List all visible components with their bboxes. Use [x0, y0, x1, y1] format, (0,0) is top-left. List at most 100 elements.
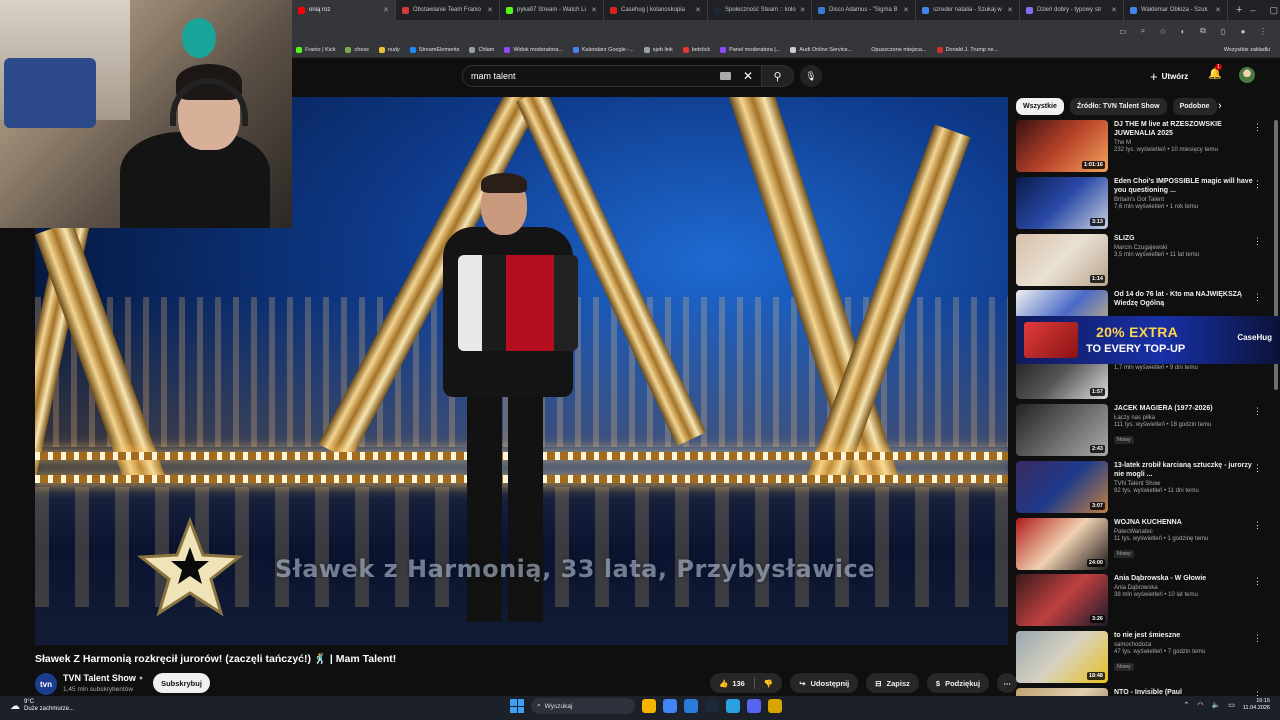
taskbar-search[interactable]: ⌕ Wyszukaj — [531, 698, 635, 714]
filter-chip[interactable]: Źródło: TVN Talent Show — [1069, 98, 1167, 115]
video-channel[interactable]: TVN Talent Show — [1114, 481, 1254, 487]
like-button[interactable]: 👍 136 — [710, 673, 754, 693]
video-thumbnail[interactable]: 1:14 — [1016, 233, 1108, 286]
bookmark-item[interactable]: Audi Online Service... — [790, 46, 852, 53]
windows-start-icon[interactable] — [510, 699, 524, 713]
video-thumbnail[interactable]: 3:26 — [1016, 574, 1108, 627]
dislike-button[interactable]: 👎 — [755, 673, 782, 693]
profile-icon[interactable]: ● — [1238, 27, 1248, 36]
video-thumbnail[interactable]: 3:13 — [1016, 176, 1108, 229]
video-title[interactable]: DJ THE M live at RZESZOWSKIE JUWENALIA 2… — [1114, 120, 1254, 138]
new-tab-button[interactable]: + — [1228, 4, 1250, 16]
close-tab-icon[interactable]: ✕ — [903, 6, 909, 14]
minimize-icon[interactable]: – — [1250, 5, 1255, 16]
recommended-video[interactable]: 1:14 ŚLIZG Marcin Czugajewski 3,5 mln wyświ… — [1016, 233, 1270, 291]
notifications-button[interactable]: 🔔 1 — [1208, 64, 1222, 80]
wifi-icon[interactable]: ◠ — [1197, 701, 1203, 709]
close-tab-icon[interactable]: ✕ — [800, 6, 806, 14]
browser-tab[interactable]: szreder natalia - Szukaj w ✕ — [916, 0, 1020, 20]
video-title[interactable]: Eden Choi's IMPOSSIBLE magic will have y… — [1114, 177, 1254, 195]
close-tab-icon[interactable]: ✕ — [591, 6, 597, 14]
channel-name-row[interactable]: TVN Talent Show ● — [63, 673, 143, 683]
bookmark-item[interactable]: Panel moderatora |... — [720, 46, 780, 53]
more-options-icon[interactable]: ⋮ — [1253, 236, 1262, 247]
weather-widget[interactable]: ☁ 9°C Duże zachmurze... — [10, 699, 74, 713]
extension-icon[interactable]: ◐ — [1178, 27, 1188, 36]
keyboard-icon[interactable] — [720, 72, 731, 80]
recommended-video[interactable]: 1:01:16 DJ THE M live at RZESZOWSKIE JUWE… — [1016, 120, 1270, 177]
close-tab-icon[interactable]: ✕ — [695, 6, 701, 14]
search-input[interactable]: mam talent ✕ — [462, 65, 762, 87]
video-title[interactable]: JACEK MAGIERA (1977-2026) — [1114, 404, 1254, 413]
close-tab-icon[interactable]: ✕ — [1007, 6, 1013, 14]
bookmark-item[interactable]: Chłam — [469, 46, 494, 53]
chevron-right-icon[interactable]: › — [1218, 100, 1222, 112]
more-options-icon[interactable]: ⋮ — [1253, 179, 1262, 190]
video-channel[interactable]: Britain's Got Talent — [1114, 197, 1254, 203]
more-options-icon[interactable]: ⋮ — [1253, 122, 1262, 133]
file-explorer-icon[interactable] — [642, 699, 656, 713]
video-thumbnail[interactable]: 3:07 — [1016, 460, 1108, 513]
bookmark-item[interactable]: chess — [345, 46, 369, 53]
chevron-up-icon[interactable]: ⌃ — [1184, 701, 1190, 709]
close-tab-icon[interactable]: ✕ — [1215, 6, 1221, 14]
create-button[interactable]: + Utwórz — [1150, 67, 1188, 85]
discord-icon[interactable] — [747, 699, 761, 713]
more-options-icon[interactable]: ⋮ — [1253, 520, 1262, 531]
video-title[interactable]: Ania Dąbrowska - W Głowie — [1114, 574, 1254, 583]
all-bookmarks[interactable]: Wszystkie zakładki — [1224, 47, 1280, 53]
browser-menu-icon[interactable]: ⋮ — [1258, 27, 1268, 36]
video-thumbnail[interactable]: 2:43 — [1016, 403, 1108, 456]
bookmark-item[interactable]: Franio | Kick — [296, 46, 335, 53]
steam-icon[interactable] — [705, 699, 719, 713]
ad-banner[interactable]: 20% EXTRA TO EVERY TOP-UP CaseHug — [1016, 316, 1280, 364]
share-button[interactable]: ↪ Udostępnij — [790, 673, 859, 693]
edge-icon[interactable] — [684, 699, 698, 713]
close-tab-icon[interactable]: ✕ — [383, 6, 389, 14]
battery-icon[interactable]: ▭ — [1228, 701, 1235, 709]
close-tab-icon[interactable]: ✕ — [487, 6, 493, 14]
more-options-icon[interactable]: ⋮ — [1253, 463, 1262, 474]
browser-tab[interactable]: Disco Adamus - "Sigma B ✕ — [812, 0, 916, 20]
bookmark-item[interactable]: Kalendarz Google -... — [572, 46, 634, 53]
recommended-video[interactable]: 2:43 JACEK MAGIERA (1977-2026) Łączy nas p… — [1016, 403, 1270, 461]
video-thumbnail[interactable]: 1:01:16 — [1016, 120, 1108, 172]
video-channel[interactable]: samochodoza — [1114, 642, 1254, 648]
telegram-icon[interactable] — [726, 699, 740, 713]
bookmark-item[interactable]: nudy — [378, 46, 400, 53]
browser-tab[interactable]: Dzień dobry - typowy str ✕ — [1020, 0, 1124, 20]
search-button[interactable]: ⚲ — [762, 65, 794, 87]
video-title[interactable]: NTO - Invisible (Paul — [1114, 688, 1254, 696]
browser-tab[interactable]: Obstawianie Team Franio ✕ — [396, 0, 500, 20]
video-thumbnail[interactable]: 24:00 — [1016, 517, 1108, 570]
recommended-video[interactable]: 3:26 Ania Dąbrowska - W Głowie Ania Dąbrow… — [1016, 574, 1270, 631]
cast-icon[interactable]: ▭ — [1118, 27, 1128, 36]
recommended-video[interactable]: 18:48 to nie jest śmieszne samochodoza 47 t… — [1016, 631, 1270, 688]
more-options-icon[interactable]: ⋮ — [1253, 292, 1262, 303]
volume-icon[interactable]: 🔈 — [1212, 701, 1221, 709]
video-channel[interactable]: Ania Dąbrowska — [1114, 585, 1254, 591]
clear-search-icon[interactable]: ✕ — [743, 69, 753, 83]
bookmark-item[interactable]: Widok moderatora... — [504, 46, 563, 53]
video-title[interactable]: Od 14 do 76 lat - Kto ma NAJWIĘKSZĄ Wied… — [1114, 290, 1254, 308]
video-channel[interactable]: PatecWariatec — [1114, 529, 1254, 535]
bookmark-item[interactable]: StreamElements — [409, 46, 459, 53]
video-title[interactable]: 13-latek zrobił karcianą sztuczkę - juro… — [1114, 461, 1254, 479]
avatar[interactable] — [1239, 67, 1255, 83]
subscribe-button[interactable]: Subskrybuj — [153, 673, 210, 693]
browser-tab[interactable]: Casehug | kolanoskopia ✕ — [604, 0, 708, 20]
channel-avatar[interactable]: tvn — [35, 673, 57, 695]
recommended-video[interactable]: 24:00 WOJNA KUCHENNA PatecWariatec 11 tys. … — [1016, 517, 1270, 575]
browser-tab[interactable]: Społeczność Steam :: kolo ✕ — [708, 0, 812, 20]
app-icon[interactable] — [768, 699, 782, 713]
filter-chip[interactable]: Podobne — [1172, 98, 1217, 115]
browser-tab[interactable]: onią roz ✕ — [292, 0, 396, 20]
maximize-icon[interactable]: ▢ — [1269, 5, 1278, 16]
recommended-video[interactable]: 3:07 13-latek zrobił karcianą sztuczkę - … — [1016, 460, 1270, 518]
video-title[interactable]: ŚLIZG — [1114, 234, 1254, 243]
recommended-video[interactable]: NTO - Invisible (Paul ⋮ — [1016, 687, 1270, 696]
video-channel[interactable]: The M — [1114, 140, 1254, 146]
browser-tab[interactable]: pyka97 Stream - Watch Li ✕ — [500, 0, 604, 20]
extensions-icon[interactable]: ⧉ — [1198, 26, 1208, 36]
filter-chip[interactable]: Wszystkie — [1016, 98, 1064, 115]
